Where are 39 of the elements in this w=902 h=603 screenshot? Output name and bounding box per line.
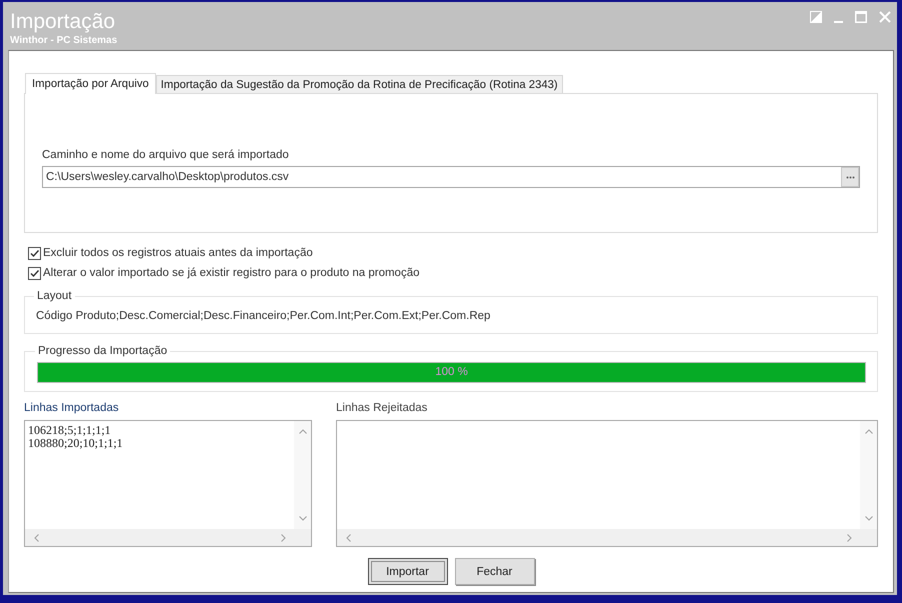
checkbox[interactable] bbox=[28, 246, 41, 260]
group-title: Progresso da Importação bbox=[37, 344, 168, 358]
checkbox-label[interactable]: Excluir todos os registros atuais antes da importação bbox=[43, 246, 313, 260]
list-title: Linhas Importadas bbox=[24, 401, 120, 415]
tab[interactable]: Importação por Arquivo bbox=[25, 73, 156, 94]
dialog-button[interactable]: Importar bbox=[368, 558, 448, 585]
lines-list[interactable] bbox=[336, 420, 878, 547]
vertical-scrollbar[interactable] bbox=[294, 421, 311, 529]
list-line: 106218;5;1;1;1;1 bbox=[28, 424, 112, 437]
checkbox[interactable] bbox=[28, 266, 41, 280]
layout-text: Código Produto;Desc.Comercial;Desc.Financeiro;Per.Com.Int;Per.Com.Ext;Per.Com.Rep bbox=[36, 309, 492, 323]
field-label: Caminho e nome do arquivo que será importado bbox=[42, 148, 290, 162]
close-icon[interactable] bbox=[879, 11, 891, 23]
file-path-field[interactable]: C:\Users\wesley.carvalho\Desktop\produtos.csv bbox=[42, 166, 860, 188]
list-line: 108880;20;10;1;1;1 bbox=[28, 437, 124, 450]
dialog-button[interactable]: Fechar bbox=[454, 558, 534, 585]
chevron-down-icon[interactable] bbox=[864, 516, 872, 521]
browse-button[interactable] bbox=[841, 167, 859, 187]
vertical-scrollbar[interactable] bbox=[860, 421, 877, 529]
chevron-right-icon[interactable] bbox=[281, 534, 286, 542]
ellipsis-icon bbox=[846, 176, 854, 178]
window-subtitle: Winthor - PC Sistemas bbox=[10, 34, 118, 47]
chevron-left-icon[interactable] bbox=[346, 534, 351, 542]
chevron-right-icon[interactable] bbox=[847, 534, 852, 542]
list-title: Linhas Rejeitadas bbox=[336, 401, 428, 415]
tab[interactable]: Importação da Sugestão da Promoção da Rotina de Precificação (Rotina 2343) bbox=[156, 75, 563, 93]
half-filled-square-icon[interactable] bbox=[810, 11, 822, 23]
lines-list[interactable]: 106218;5;1;1;1;1 108880;20;10;1;1;1 bbox=[24, 420, 312, 547]
horizontal-scrollbar[interactable] bbox=[25, 529, 311, 546]
horizontal-scrollbar[interactable] bbox=[337, 529, 877, 546]
progress-label: 100 % bbox=[435, 365, 468, 380]
chevron-up-icon[interactable] bbox=[864, 429, 872, 434]
checkbox-label[interactable]: Alterar o valor importado se já existir registro para o produto na promoção bbox=[43, 266, 420, 280]
chevron-left-icon[interactable] bbox=[34, 534, 39, 542]
chevron-down-icon[interactable] bbox=[298, 516, 306, 521]
maximize-icon[interactable] bbox=[855, 11, 867, 23]
group-title: Layout bbox=[36, 289, 73, 303]
chevron-up-icon[interactable] bbox=[298, 429, 306, 434]
window-title: Importação bbox=[10, 9, 116, 34]
